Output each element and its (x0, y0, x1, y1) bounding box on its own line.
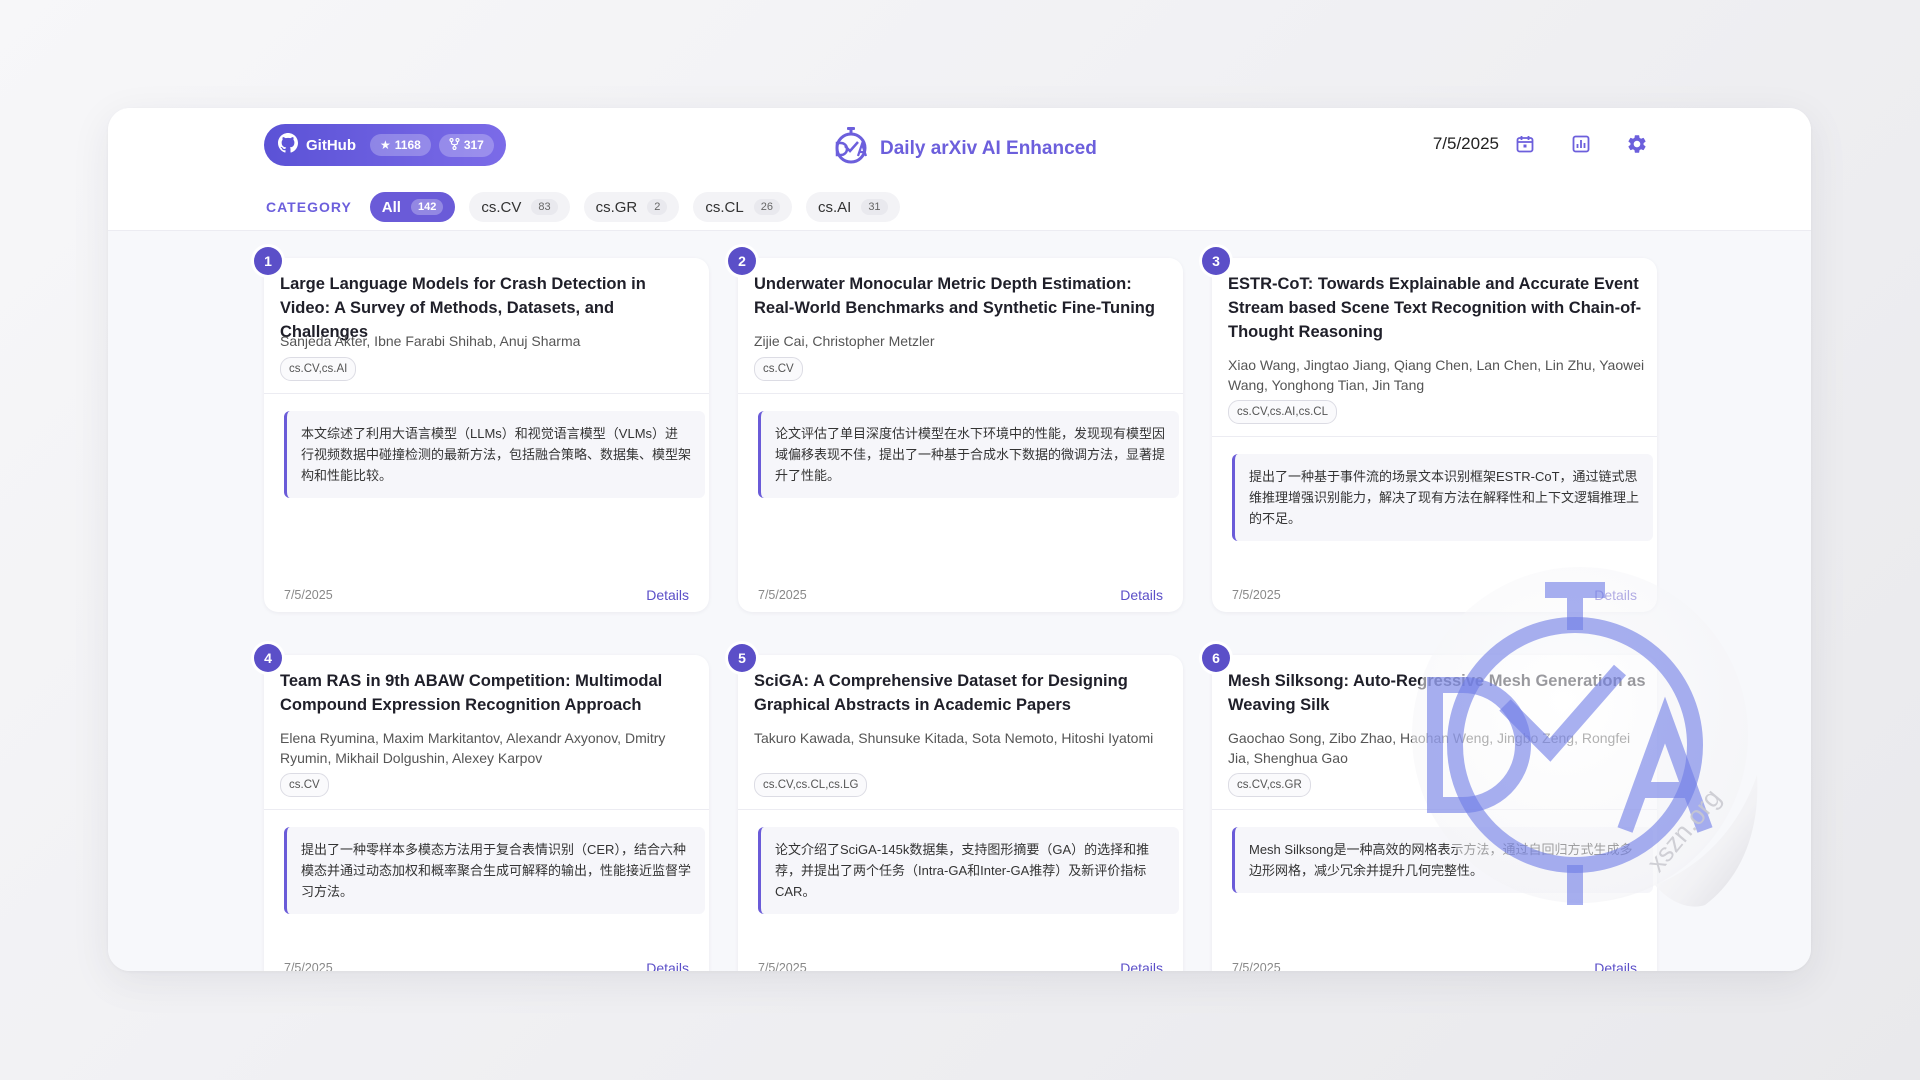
paper-date: 7/5/2025 (1232, 961, 1281, 971)
paper-tags: cs.CV (280, 773, 329, 797)
gear-icon[interactable] (1623, 130, 1651, 158)
paper-authors: Takuro Kawada, Shunsuke Kitada, Sota Nem… (754, 730, 1154, 746)
paper-authors: Elena Ryumina, Maxim Markitantov, Alexan… (280, 730, 666, 766)
stars-count: 1168 (394, 138, 421, 152)
details-link[interactable]: Details (646, 960, 689, 971)
paper-tags: cs.CV,cs.GR (1228, 773, 1311, 797)
star-icon: ★ (380, 138, 391, 152)
date-picker[interactable]: 7/5/2025 (1433, 130, 1539, 158)
card-divider (738, 809, 1183, 810)
paper-title[interactable]: SciGA: A Comprehensive Dataset for Desig… (754, 669, 1172, 717)
category-pill-cs-gr[interactable]: cs.GR 2 (583, 192, 680, 222)
paper-summary: 本文综述了利用大语言模型（LLMs）和视觉语言模型（VLMs）进行视频数据中碰撞… (284, 411, 705, 498)
paper-date: 7/5/2025 (758, 961, 807, 971)
paper-date: 7/5/2025 (284, 961, 333, 971)
category-pill-all[interactable]: All 142 (369, 192, 456, 222)
category-name: All (381, 198, 401, 216)
category-pill-cs-ai[interactable]: cs.AI 31 (805, 192, 900, 222)
paper-summary: 提出了一种基于事件流的场景文本识别框架ESTR-CoT，通过链式思维推理增强识别… (1232, 454, 1653, 541)
paper-number: 3 (1202, 247, 1230, 275)
paper-tags: cs.CV (754, 357, 803, 381)
brand-title: Daily arXiv AI Enhanced (880, 137, 1097, 159)
github-button[interactable]: GitHub ★ 1168 317 (264, 124, 506, 166)
paper-title[interactable]: Team RAS in 9th ABAW Competition: Multim… (280, 669, 698, 717)
category-name: cs.GR (595, 198, 638, 216)
category-filter: CATEGORY All 142 cs.CV 83 cs.GR 2 cs.CL … (266, 192, 900, 222)
paper-card[interactable]: 3 ESTR-CoT: Towards Explainable and Accu… (1202, 247, 1657, 612)
calendar-icon[interactable] (1511, 130, 1539, 158)
paper-title[interactable]: ESTR-CoT: Towards Explainable and Accura… (1228, 272, 1646, 344)
paper-number: 5 (728, 644, 756, 672)
brand[interactable]: Daily arXiv AI Enhanced (832, 126, 1097, 171)
paper-number: 2 (728, 247, 756, 275)
category-name: cs.CL (705, 198, 744, 216)
category-count: 26 (753, 199, 780, 215)
card-divider (264, 809, 709, 810)
stars-badge: ★ 1168 (370, 134, 431, 156)
current-date: 7/5/2025 (1432, 134, 1499, 153)
details-link[interactable]: Details (1594, 587, 1637, 603)
paper-date: 7/5/2025 (1232, 588, 1281, 602)
paper-authors: Gaochao Song, Zibo Zhao, Haohan Weng, Ji… (1228, 730, 1631, 766)
stats-icon[interactable] (1567, 130, 1595, 158)
card-divider (264, 393, 709, 394)
paper-tags: cs.CV,cs.AI (280, 357, 357, 381)
category-count: 2 (647, 199, 668, 215)
category-count: 83 (531, 199, 558, 215)
category-name: cs.AI (817, 198, 852, 216)
paper-number: 1 (254, 247, 282, 275)
paper-summary: 提出了一种零样本多模态方法用于复合表情识别（CER），结合六种模态并通过动态加权… (284, 827, 705, 914)
category-count: 142 (410, 199, 444, 215)
paper-card[interactable]: 6 Mesh Silksong: Auto-Regressive Mesh Ge… (1202, 644, 1657, 971)
details-link[interactable]: Details (1120, 587, 1163, 603)
github-icon (278, 132, 298, 158)
card-divider (1212, 436, 1657, 437)
forks-badge: 317 (438, 133, 494, 157)
details-link[interactable]: Details (1594, 960, 1637, 971)
paper-tags: cs.CV,cs.AI,cs.CL (1228, 400, 1337, 424)
paper-tags: cs.CV,cs.CL,cs.LG (754, 773, 868, 797)
paper-card[interactable]: 1 Large Language Models for Crash Detect… (254, 247, 709, 612)
card-divider (1212, 809, 1657, 810)
category-pill-cs-cv[interactable]: cs.CV 83 (469, 192, 570, 222)
app-window: GitHub ★ 1168 317 Daily arXiv AI Enhance… (108, 108, 1811, 971)
paper-authors: Xiao Wang, Jingtao Jiang, Qiang Chen, La… (1228, 357, 1645, 393)
paper-summary: Mesh Silksong是一种高效的网格表示方法，通过自回归方式生成多边形网格… (1232, 827, 1653, 893)
paper-card[interactable]: 5 SciGA: A Comprehensive Dataset for Des… (728, 644, 1183, 971)
paper-card[interactable]: 4 Team RAS in 9th ABAW Competition: Mult… (254, 644, 709, 971)
toolbar: 7/5/2025 (1433, 130, 1651, 158)
paper-date: 7/5/2025 (284, 588, 333, 602)
brand-logo-icon (832, 126, 870, 171)
category-pill-cs-cl[interactable]: cs.CL 26 (693, 192, 792, 222)
paper-title[interactable]: Mesh Silksong: Auto-Regressive Mesh Gene… (1228, 669, 1646, 717)
header: GitHub ★ 1168 317 Daily arXiv AI Enhance… (108, 108, 1811, 231)
paper-number: 6 (1202, 644, 1230, 672)
paper-summary: 论文评估了单目深度估计模型在水下环境中的性能，发现现有模型因域偏移表现不佳，提出… (758, 411, 1179, 498)
card-divider (738, 393, 1183, 394)
paper-grid: 1 Large Language Models for Crash Detect… (108, 231, 1811, 971)
details-link[interactable]: Details (1120, 960, 1163, 971)
paper-authors: Zijie Cai, Christopher Metzler (754, 333, 935, 349)
details-link[interactable]: Details (646, 587, 689, 603)
category-label: CATEGORY (266, 199, 352, 215)
paper-date: 7/5/2025 (758, 588, 807, 602)
forks-count: 317 (463, 138, 484, 152)
paper-authors: Sanjeda Akter, Ibne Farabi Shihab, Anuj … (280, 333, 581, 349)
fork-icon (449, 137, 460, 153)
category-name: cs.CV (481, 198, 522, 216)
category-count: 31 (861, 199, 888, 215)
paper-number: 4 (254, 644, 282, 672)
paper-card[interactable]: 2 Underwater Monocular Metric Depth Esti… (728, 247, 1183, 612)
paper-summary: 论文介绍了SciGA-145k数据集，支持图形摘要（GA）的选择和推荐，并提出了… (758, 827, 1179, 914)
paper-title[interactable]: Underwater Monocular Metric Depth Estima… (754, 272, 1172, 320)
github-label: GitHub (306, 136, 356, 154)
